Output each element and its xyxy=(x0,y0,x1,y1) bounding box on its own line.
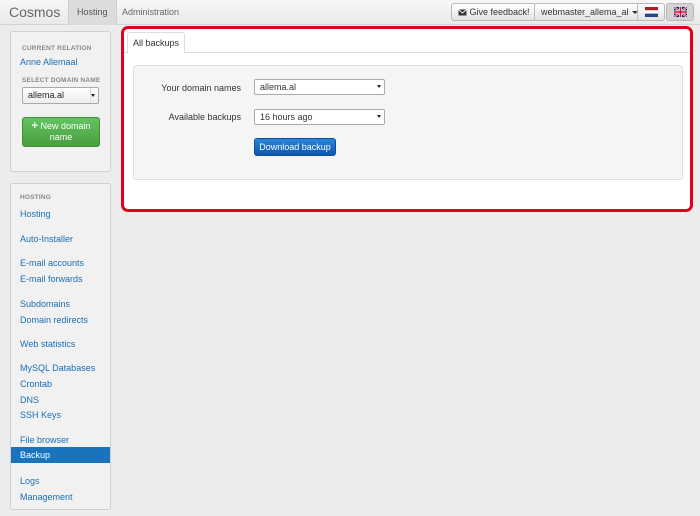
chevron-down-icon xyxy=(91,94,95,97)
sidebar-item-auto-installer[interactable]: Auto-Installer xyxy=(20,234,73,244)
sidebar-item-email-forwards[interactable]: E-mail forwards xyxy=(20,274,83,284)
domain-select[interactable]: allema.al xyxy=(22,87,99,104)
sidebar-item-hosting[interactable]: Hosting xyxy=(20,209,51,219)
sidebar-item-email-accounts[interactable]: E-mail accounts xyxy=(20,258,84,268)
plus-icon: + xyxy=(31,120,38,132)
sidebar-item-crontab[interactable]: Crontab xyxy=(20,379,52,389)
sidebar-item-file-browser[interactable]: File browser xyxy=(20,435,69,445)
language-nl-button[interactable] xyxy=(637,3,665,21)
sidebar-item-management[interactable]: Management xyxy=(20,492,73,502)
highlight-frame xyxy=(121,26,693,212)
current-relation-heading: CURRENT RELATION xyxy=(22,45,92,52)
user-menu-label: webmaster_allema_al xyxy=(541,7,629,17)
sidebar-item-backup[interactable]: Backup xyxy=(11,447,110,463)
user-menu-button[interactable]: webmaster_allema_al xyxy=(534,3,645,21)
new-domain-label: New domain name xyxy=(40,121,91,142)
top-navbar: Cosmos Hosting Administration Give feedb… xyxy=(0,0,700,25)
envelope-icon xyxy=(458,9,467,16)
domain-select-value: allema.al xyxy=(28,90,65,100)
brand-logo[interactable]: Cosmos xyxy=(9,4,60,20)
sidebar-item-subdomains[interactable]: Subdomains xyxy=(20,299,70,309)
netherlands-flag-icon xyxy=(645,7,658,17)
give-feedback-button[interactable]: Give feedback! xyxy=(451,3,537,21)
language-en-button[interactable] xyxy=(666,3,694,21)
give-feedback-label: Give feedback! xyxy=(469,7,530,17)
sidebar-item-web-statistics[interactable]: Web statistics xyxy=(20,339,75,349)
uk-flag-icon xyxy=(674,7,687,17)
sidebar-item-mysql-databases[interactable]: MySQL Databases xyxy=(20,363,95,373)
nav-tab-hosting[interactable]: Hosting xyxy=(68,0,117,25)
nav-tab-administration[interactable]: Administration xyxy=(114,0,187,25)
sidebar-item-backup-label: Backup xyxy=(20,450,51,460)
select-domain-heading: SELECT DOMAIN NAME xyxy=(22,77,101,84)
sidebar-item-ssh-keys[interactable]: SSH Keys xyxy=(20,410,61,420)
sidebar-item-dns[interactable]: DNS xyxy=(20,395,39,405)
new-domain-button[interactable]: + New domain name xyxy=(22,117,100,147)
sidebar-item-logs[interactable]: Logs xyxy=(20,476,40,486)
hosting-nav-heading: HOSTING xyxy=(20,194,52,201)
current-relation-link[interactable]: Anne Allemaal xyxy=(20,57,78,67)
sidebar-item-domain-redirects[interactable]: Domain redirects xyxy=(20,315,88,325)
